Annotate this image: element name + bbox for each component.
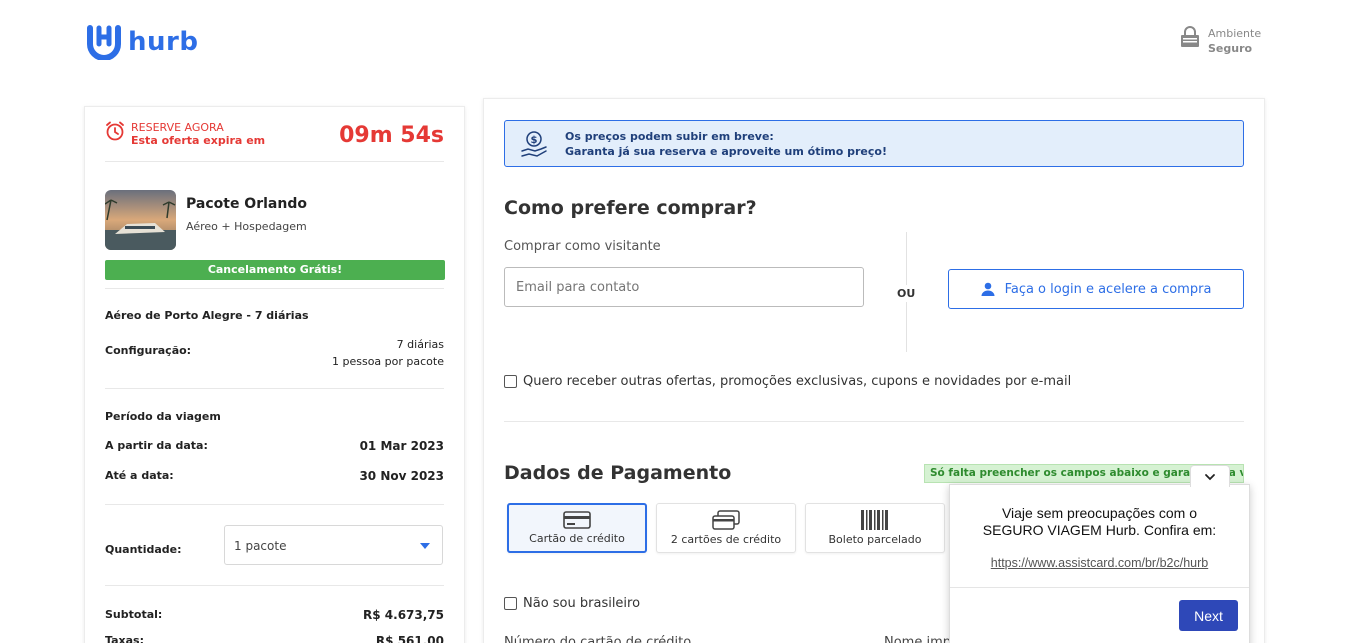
quantity-value: 1 pacote: [234, 539, 287, 553]
secure-environment: Ambiente Seguro: [1180, 26, 1261, 56]
offer-timer: RESERVE AGORA Esta oferta expira em 09m …: [105, 121, 444, 161]
chevron-down-icon: [420, 543, 430, 549]
divider: [105, 161, 444, 162]
card-number-label: Número do cartão de crédito: [504, 635, 692, 643]
secure-label-2: Seguro: [1208, 42, 1253, 55]
divider: [105, 388, 444, 389]
subtotal-label: Subtotal:: [105, 608, 163, 621]
config-people: 1 pessoa por pacote: [332, 355, 444, 368]
payment-method-two-cards[interactable]: 2 cartões de crédito: [656, 503, 796, 553]
credit-card-icon: [563, 511, 591, 529]
not-brazilian-checkbox[interactable]: [504, 597, 517, 610]
from-date-label: A partir da data:: [105, 439, 208, 452]
divider: [950, 587, 1249, 588]
offer-expires-label: Esta oferta expira em: [131, 134, 266, 147]
or-label: OU: [897, 285, 916, 302]
hurb-logo-icon: [87, 25, 121, 60]
insurance-link[interactable]: https://www.assistcard.com/br/b2c/hurb: [950, 556, 1249, 570]
package-type: Aéreo + Hospedagem: [186, 220, 307, 233]
config-label: Configuração:: [105, 344, 192, 357]
secure-label-1: Ambiente: [1208, 27, 1262, 40]
divider: [105, 288, 444, 289]
period-title: Período da viagem: [105, 410, 221, 423]
popup-message: Viaje sem preocupações com o SEGURO VIAG…: [950, 505, 1249, 539]
alarm-clock-icon: [106, 121, 124, 141]
package-info: Pacote Orlando Aéreo + Hospedagem: [105, 190, 307, 250]
payment-method-credit-card[interactable]: Cartão de crédito: [507, 503, 647, 553]
divider: [105, 504, 444, 505]
order-summary-card: RESERVE AGORA Esta oferta expira em 09m …: [84, 106, 465, 643]
two-cards-icon: [712, 510, 740, 530]
user-icon: [981, 282, 995, 296]
quantity-select[interactable]: 1 pacote: [224, 525, 443, 565]
offers-optin[interactable]: Quero receber outras ofertas, promoções …: [504, 374, 1071, 389]
quantity-label: Quantidade:: [105, 543, 182, 556]
payment-method-label: Boleto parcelado: [828, 533, 922, 546]
barcode-icon: [861, 510, 888, 530]
free-cancellation-badge: Cancelamento Grátis!: [105, 260, 445, 280]
to-date-row: Até a data: 30 Nov 2023: [105, 469, 444, 483]
from-date-row: A partir da data: 01 Mar 2023: [105, 439, 444, 453]
notice-line-1: Os preços podem subir em breve:: [565, 129, 774, 143]
hurb-logo[interactable]: hurb: [84, 24, 198, 60]
offers-checkbox[interactable]: [504, 375, 517, 388]
chevron-down-icon: [1205, 473, 1215, 480]
popup-message-line-1: Viaje sem preocupações com o: [1001, 505, 1198, 521]
payment-method-label: Cartão de crédito: [529, 532, 625, 545]
divider: [105, 585, 444, 586]
brand-name: hurb: [128, 27, 199, 57]
subtotal-row: Subtotal: R$ 4.673,75: [105, 608, 444, 622]
payment-title: Dados de Pagamento: [504, 462, 732, 484]
config-nights: 7 diárias: [396, 338, 444, 351]
from-date-value: 01 Mar 2023: [359, 439, 444, 453]
next-button[interactable]: Next: [1179, 600, 1238, 631]
collapse-popup-button[interactable]: [1190, 465, 1230, 487]
package-name: Pacote Orlando: [186, 196, 307, 212]
countdown-value: 09m 54s: [339, 123, 444, 148]
visitor-label: Comprar como visitante: [504, 239, 661, 254]
to-date-label: Até a data:: [105, 469, 174, 482]
money-hand-icon: $: [521, 130, 547, 157]
to-date-value: 30 Nov 2023: [359, 469, 444, 483]
subtotal-value: R$ 4.673,75: [363, 608, 444, 622]
offers-optin-label: Quero receber outras ofertas, promoções …: [523, 374, 1072, 389]
package-thumbnail: [105, 190, 176, 250]
taxes-row: Taxas: R$ 561,00: [105, 634, 444, 643]
not-brazilian-label: Não sou brasileiro: [523, 596, 641, 611]
login-button[interactable]: Faça o login e acelere a compra: [948, 269, 1244, 309]
email-field[interactable]: [504, 267, 864, 307]
taxes-label: Taxas:: [105, 634, 144, 643]
divider: [504, 421, 1244, 422]
payment-method-label: 2 cartões de crédito: [670, 533, 782, 546]
payment-method-boleto[interactable]: Boleto parcelado: [805, 503, 945, 553]
buy-method-title: Como prefere comprar?: [504, 197, 757, 219]
notice-line-2: Garanta já sua reserva e aproveite um ót…: [565, 144, 887, 158]
route-row: Aéreo de Porto Alegre - 7 diárias: [105, 309, 444, 322]
period-title-row: Período da viagem: [105, 410, 444, 423]
not-brazilian-option[interactable]: Não sou brasileiro: [504, 596, 640, 611]
login-button-label: Faça o login e acelere a compra: [1004, 281, 1212, 297]
lock-icon: [1181, 26, 1199, 47]
configuration-row: Configuração: 7 diárias 1 pessoa por pac…: [105, 338, 444, 368]
taxes-value: R$ 561,00: [375, 634, 444, 643]
reserve-now-label: RESERVE AGORA: [131, 121, 224, 134]
travel-insurance-popup: Viaje sem preocupações com o SEGURO VIAG…: [949, 465, 1250, 643]
popup-message-line-2: SEGURO VIAGEM Hurb. Confira em:: [982, 522, 1217, 538]
svg-text:$: $: [531, 135, 538, 146]
price-notice: $ Os preços podem subir em breve: Garant…: [504, 120, 1244, 167]
route-text: Aéreo de Porto Alegre - 7 diárias: [105, 309, 309, 322]
